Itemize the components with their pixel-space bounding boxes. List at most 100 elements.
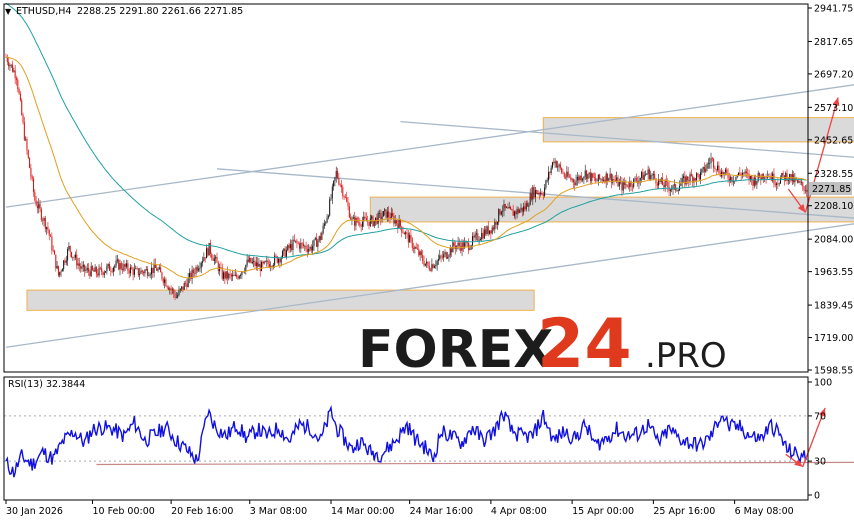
candle-body	[300, 242, 302, 249]
candle-body	[550, 167, 552, 173]
candle-body	[85, 269, 87, 271]
candle-body	[101, 267, 103, 272]
candle-body	[114, 265, 116, 268]
candle-body	[39, 203, 41, 210]
candle-body	[145, 268, 147, 271]
candle-body	[451, 247, 453, 253]
price-tick-label: 2328.55	[814, 169, 853, 180]
candle-body	[232, 274, 234, 277]
price-tick-label: 2697.20	[814, 69, 853, 80]
price-tick-label: 2208.10	[814, 201, 853, 212]
candle-body	[483, 229, 485, 239]
candle-body	[468, 243, 470, 250]
candle-body	[426, 261, 428, 264]
symbol-label: ETHUSD,H4	[16, 6, 71, 17]
header-dropdown-icon[interactable]: ▼	[5, 7, 12, 16]
candle-body	[38, 203, 40, 209]
candle-body	[186, 283, 188, 287]
candle-body	[647, 169, 649, 175]
candle-body	[81, 266, 83, 269]
candle-body	[782, 172, 784, 176]
candle-body	[14, 70, 16, 79]
candle-body	[445, 252, 447, 259]
candle-body	[46, 227, 48, 229]
candle-body	[397, 223, 399, 229]
candle-body	[120, 263, 122, 269]
candle-body	[77, 263, 79, 266]
candle-body	[369, 218, 371, 226]
candle-body	[196, 267, 198, 271]
candle-body	[150, 267, 152, 275]
candle-body	[419, 251, 421, 256]
candle-body	[669, 189, 671, 191]
watermark-pro: .PRO	[645, 336, 727, 376]
candle-body	[36, 205, 38, 209]
candle-body	[747, 173, 749, 174]
candle-body	[492, 227, 495, 230]
candle-body	[519, 210, 521, 213]
candle-body	[51, 236, 53, 251]
candle-body	[208, 242, 210, 256]
candle-body	[705, 168, 707, 172]
candle-body	[106, 266, 108, 272]
candle-body	[346, 197, 348, 202]
candle-body	[224, 272, 226, 279]
candle-body	[756, 181, 758, 185]
candle-body	[128, 270, 130, 274]
candle-body	[474, 234, 476, 238]
candle-body	[572, 179, 574, 183]
candle-body	[410, 235, 412, 239]
candle-body	[702, 166, 704, 170]
candle-body	[258, 263, 260, 267]
candle-body	[127, 263, 129, 271]
candle-body	[399, 219, 401, 227]
candle-body	[111, 271, 113, 272]
candle-body	[523, 206, 525, 212]
price-tick-label: 1598.55	[814, 366, 853, 377]
candle-body	[230, 274, 232, 277]
candle-body	[466, 242, 468, 244]
candle-body	[161, 272, 163, 279]
candle-body	[424, 263, 426, 266]
candle-body	[549, 172, 551, 173]
candle-body	[259, 263, 261, 272]
candle-body	[806, 190, 808, 192]
candle-body	[25, 139, 27, 140]
candle-body	[12, 64, 14, 72]
candle-body	[194, 272, 196, 274]
candle-body	[802, 182, 804, 187]
candle-body	[69, 245, 71, 253]
rsi-tick-label: 30	[814, 457, 826, 468]
candle-body	[553, 162, 555, 164]
time-tick-label: 10 Feb 00:00	[92, 506, 154, 517]
candle-body	[592, 173, 594, 178]
candle-body	[706, 163, 708, 169]
candle-body	[714, 167, 716, 170]
candle-body	[8, 62, 10, 67]
candle-body	[86, 268, 88, 270]
candle-body	[135, 268, 137, 269]
candle-body	[586, 170, 588, 180]
candle-body	[381, 216, 383, 220]
candle-body	[698, 174, 700, 180]
ethusd-chart: 2941.75 2817.65 2697.20 2573.10 2452.65 2328.…	[0, 0, 854, 521]
candle-body	[241, 271, 243, 276]
candle-body	[306, 249, 308, 252]
candle-body	[317, 240, 319, 247]
candle-body	[367, 221, 369, 222]
candle-body	[498, 209, 500, 222]
candle-body	[724, 169, 726, 173]
candle-body	[461, 242, 463, 251]
candle-body	[538, 193, 540, 195]
candle-body	[289, 244, 291, 249]
candle-body	[799, 181, 801, 183]
candle-body	[510, 206, 512, 210]
candle-body	[413, 248, 415, 249]
candle-body	[173, 289, 175, 294]
candle-body	[348, 206, 350, 218]
candle-body	[295, 240, 297, 242]
price-tick-label: 2573.10	[814, 103, 853, 114]
candle-body	[749, 176, 751, 180]
candle-body	[490, 230, 492, 234]
candle-body	[82, 264, 84, 267]
